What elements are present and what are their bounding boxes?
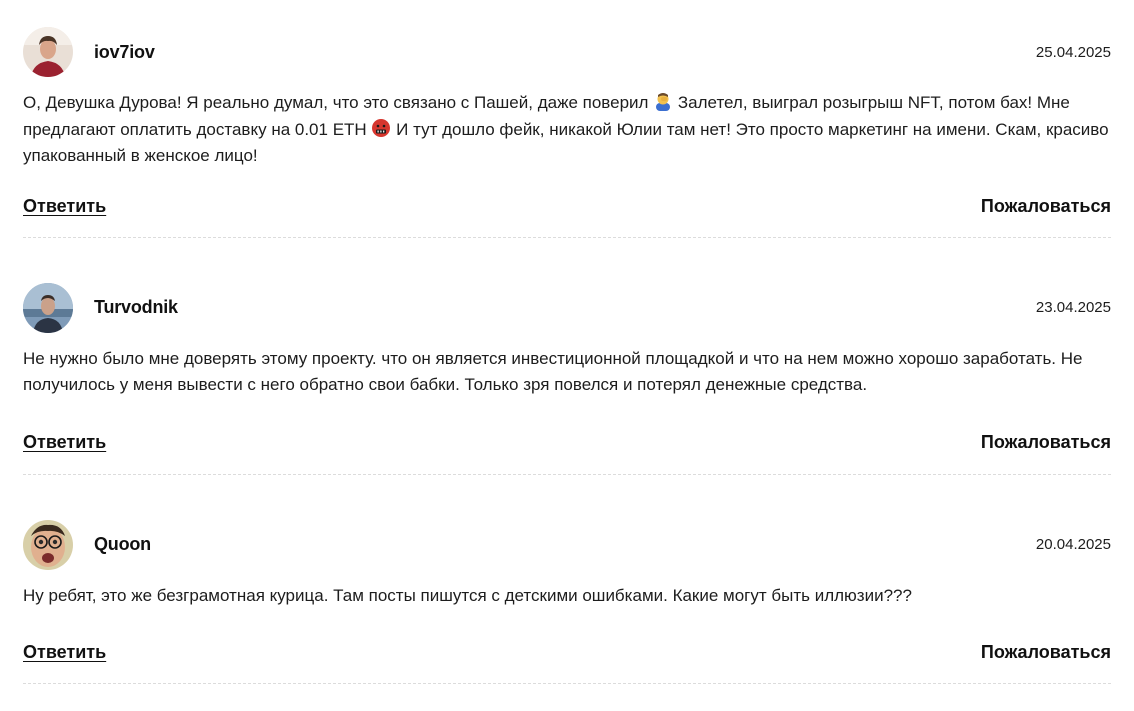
person-facepalming-icon — [653, 91, 673, 111]
report-button[interactable]: Пожаловаться — [981, 432, 1111, 453]
avatar[interactable] — [23, 27, 73, 77]
comment-date: 20.04.2025 — [1035, 536, 1111, 553]
comment-item: Turvodnik 23.04.2025 Не нужно было мне д… — [23, 238, 1111, 475]
report-button[interactable]: Пожаловаться — [981, 642, 1111, 663]
comment-header: Turvodnik 23.04.2025 — [23, 282, 1111, 333]
comment-text-part: О, Девушка Дурова! Я реально думал, что … — [23, 93, 654, 112]
comment-author[interactable]: iov7iov — [94, 42, 155, 63]
comment-date: 23.04.2025 — [1035, 299, 1111, 316]
comment-text: Ну ребят, это же безграмотная курица. Та… — [23, 585, 912, 605]
reply-button[interactable]: Ответить — [23, 432, 106, 453]
avatar[interactable] — [23, 282, 73, 333]
avatar[interactable] — [23, 519, 73, 570]
comment-header: iov7iov 25.04.2025 — [23, 27, 1111, 77]
reply-button[interactable]: Ответить — [23, 196, 106, 217]
report-button[interactable]: Пожаловаться — [981, 196, 1111, 217]
divider — [23, 683, 1111, 684]
comment-author[interactable]: Turvodnik — [94, 297, 178, 318]
comment-header: Quoon 20.04.2025 — [23, 519, 1111, 570]
comment-actions: Ответить Пожаловаться — [23, 637, 1111, 667]
comment-text: О, Девушка Дурова! Я реально думал, что … — [23, 90, 1111, 170]
cursing-face-icon — [371, 118, 391, 138]
user-photo-icon — [23, 27, 73, 77]
user-photo-icon — [23, 519, 73, 570]
comment-date: 25.04.2025 — [1035, 43, 1111, 61]
comment-actions: Ответить Пожаловаться — [23, 428, 1111, 458]
comment-item: Quoon 20.04.2025 Ну ребят, это же безгра… — [23, 475, 1111, 684]
comment-text: Не нужно было мне доверять этому проекту… — [23, 348, 1083, 395]
comment-author[interactable]: Quoon — [94, 534, 151, 555]
comment-item: iov7iov 25.04.2025 О, Девушка Дурова! Я … — [23, 0, 1111, 238]
reply-button[interactable]: Ответить — [23, 642, 106, 663]
comments-list: iov7iov 25.04.2025 О, Девушка Дурова! Я … — [23, 0, 1111, 684]
user-photo-icon — [23, 282, 73, 333]
comment-actions: Ответить Пожаловаться — [23, 192, 1111, 222]
